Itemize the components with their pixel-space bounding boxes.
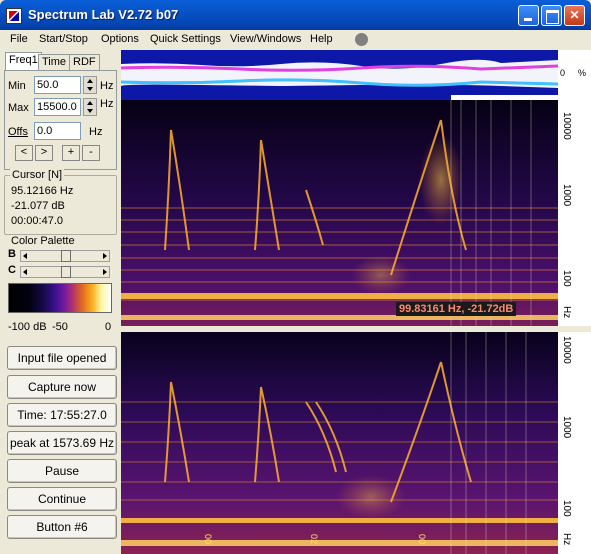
title-bar[interactable]: Spectrum Lab V2.72 b07 ✕ — [0, 0, 591, 30]
palette-label-max: 0 — [105, 321, 112, 333]
spectrum-display[interactable]: 0 % 99.83161 Hz, -21.72dB 10000 1000 100… — [121, 50, 591, 554]
frequency-scale-upper: 10000 1000 100 Hz — [558, 100, 591, 326]
offs-unit: Hz — [89, 126, 103, 138]
scale-label-100: 100 — [561, 270, 572, 287]
min-unit: Hz — [100, 80, 114, 92]
min-label: Min — [8, 80, 26, 92]
color-palette-bar[interactable] — [8, 283, 112, 313]
contrast-left-arrow-icon[interactable] — [23, 269, 27, 275]
menu-quick-settings[interactable]: Quick Settings — [150, 33, 221, 45]
palette-label-mid: -50 — [52, 321, 68, 333]
color-palette-title: Color Palette — [9, 235, 77, 247]
scope-percent-label: % — [578, 68, 587, 78]
menu-bar: File Start/Stop Options Quick Settings V… — [0, 30, 591, 50]
max-freq-input[interactable] — [34, 98, 81, 116]
spectrum-scope[interactable] — [121, 50, 558, 100]
menu-file[interactable]: File — [10, 33, 28, 45]
scale-label-1000: 1000 — [561, 416, 572, 439]
max-unit: Hz — [100, 98, 114, 110]
close-button[interactable]: ✕ — [564, 5, 585, 26]
cursor-level: -21.077 dB — [11, 200, 65, 212]
frequency-scale-lower: 10000 1000 100 Hz — [558, 332, 591, 554]
freq-left-button[interactable]: < — [15, 145, 33, 161]
scale-label-1000: 1000 — [561, 184, 572, 207]
max-freq-spinner[interactable] — [83, 98, 97, 116]
scale-label-100: 100 — [561, 500, 572, 517]
min-freq-input[interactable] — [34, 76, 81, 94]
brightness-label: B — [8, 248, 16, 260]
max-label: Max — [8, 102, 29, 114]
spectrum-lab-window: Spectrum Lab V2.72 b07 ✕ File Start/Stop… — [0, 0, 591, 554]
cursor-group: Cursor [N] 95.12166 Hz -21.077 dB 00:00:… — [4, 169, 117, 235]
menu-view-windows[interactable]: View/Windows — [230, 33, 301, 45]
scale-label-10000: 10000 — [561, 112, 572, 140]
peak-button[interactable]: peak at 1573.69 Hz — [7, 431, 117, 455]
menu-start-stop[interactable]: Start/Stop — [39, 33, 88, 45]
cursor-time: 00:00:47.0 — [11, 215, 63, 227]
offset-freq-input[interactable] — [34, 122, 81, 140]
freq-zoom-in-button[interactable]: + — [62, 145, 80, 161]
freq-zoom-out-button[interactable]: - — [82, 145, 100, 161]
brightness-left-arrow-icon[interactable] — [23, 253, 27, 259]
cursor-readout: 99.83161 Hz, -21.72dB — [396, 302, 517, 316]
freq-right-button[interactable]: > — [35, 145, 53, 161]
status-indicator-icon — [355, 33, 368, 46]
window-title: Spectrum Lab V2.72 b07 — [28, 7, 179, 22]
tab-time[interactable]: Time — [38, 54, 71, 70]
time-mark-2: 02 — [309, 534, 319, 545]
scale-label-10000: 10000 — [561, 336, 572, 364]
tab-freq1[interactable]: Freq1 — [5, 52, 42, 71]
pause-button[interactable]: Pause — [7, 459, 117, 483]
menu-help[interactable]: Help — [310, 33, 333, 45]
contrast-label: C — [8, 264, 16, 276]
brightness-right-arrow-icon[interactable] — [103, 253, 107, 259]
time-mark-3: 00 — [417, 534, 427, 545]
scale-label-hz: Hz — [561, 306, 572, 319]
input-file-button[interactable]: Input file opened — [7, 346, 117, 370]
offs-label: Offs — [8, 126, 28, 138]
contrast-right-arrow-icon[interactable] — [103, 269, 107, 275]
contrast-slider[interactable] — [20, 266, 110, 278]
maximize-button[interactable] — [541, 5, 562, 26]
palette-label-min: -100 dB — [8, 321, 47, 333]
button-6[interactable]: Button #6 — [7, 515, 117, 539]
cursor-frequency: 95.12166 Hz — [11, 185, 74, 197]
scope-zero-label: 0 — [560, 68, 566, 78]
time-mark-1: 00 — [203, 534, 213, 545]
control-panel: Freq1 Time RDF Min Hz Max Hz Offs Hz < >… — [3, 52, 119, 552]
min-freq-spinner[interactable] — [83, 76, 97, 94]
capture-now-button[interactable]: Capture now — [7, 375, 117, 399]
cursor-group-title: Cursor [N] — [10, 169, 65, 181]
menu-options[interactable]: Options — [101, 33, 139, 45]
app-icon[interactable] — [6, 8, 22, 24]
frequency-settings: Min Hz Max Hz Offs Hz < > + - — [4, 70, 117, 170]
minimize-button[interactable] — [518, 5, 539, 26]
waterfall-lower[interactable] — [121, 332, 558, 554]
contrast-slider-knob[interactable] — [61, 266, 71, 278]
continue-button[interactable]: Continue — [7, 487, 117, 511]
brightness-slider-knob[interactable] — [61, 250, 71, 262]
tab-rdf[interactable]: RDF — [69, 54, 100, 70]
scale-label-hz: Hz — [561, 533, 572, 546]
waterfall-upper[interactable] — [121, 100, 558, 326]
scope-scale: 0 % — [558, 50, 591, 100]
brightness-slider[interactable] — [20, 250, 110, 262]
time-button[interactable]: Time: 17:55:27.0 — [7, 403, 117, 427]
